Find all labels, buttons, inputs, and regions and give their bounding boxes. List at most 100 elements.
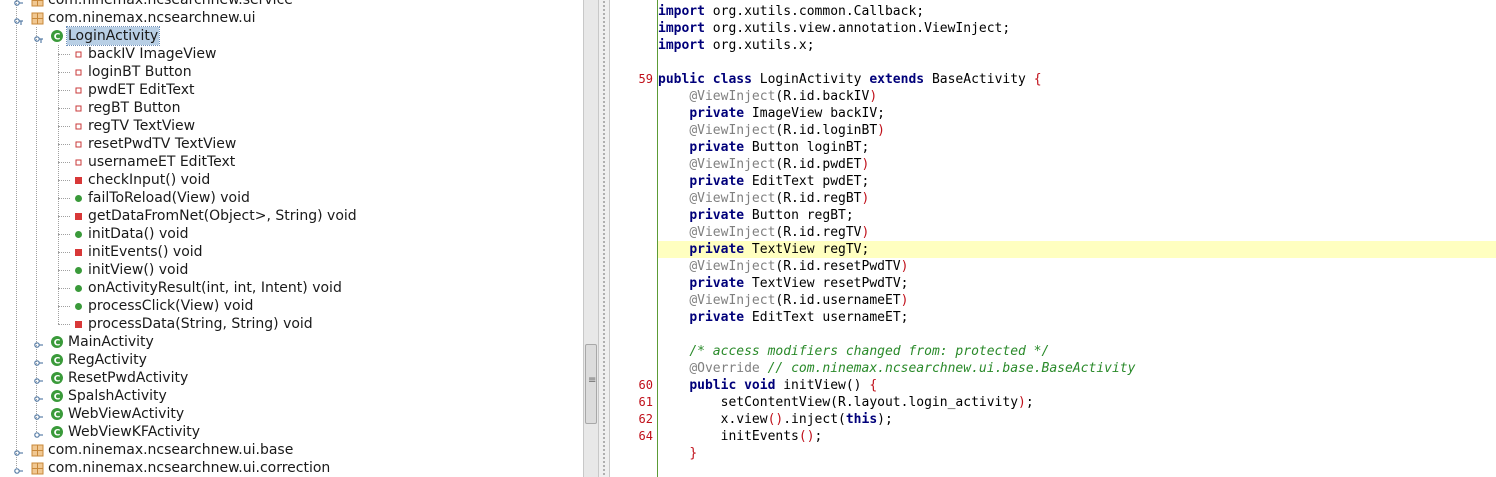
code-token-kw: import: [658, 38, 705, 53]
code-line[interactable]: import org.xutils.x;: [658, 37, 1496, 54]
line-number: 64: [638, 429, 653, 443]
expander-closed-icon[interactable]: [34, 337, 44, 348]
expander-closed-icon[interactable]: [34, 355, 44, 366]
code-line[interactable]: import org.xutils.view.annotation.ViewIn…: [658, 20, 1496, 37]
code-line[interactable]: @ViewInject(R.id.pwdET): [658, 156, 1496, 173]
tree-field-row[interactable]: resetPwdTV TextView: [0, 135, 583, 153]
expander-closed-icon[interactable]: [34, 391, 44, 402]
code-token-kw: private: [689, 174, 745, 189]
code-line[interactable]: @ViewInject(R.id.regTV): [658, 224, 1496, 241]
tree-class-row[interactable]: C SpalshActivity: [0, 387, 583, 405]
code-line[interactable]: [658, 326, 1496, 343]
package-tree-panel[interactable]: com.ninemax.ncsearchnew.service com.ninem…: [0, 0, 583, 477]
code-line[interactable]: private TextView resetPwdTV;: [658, 275, 1496, 292]
code-line[interactable]: public void initView() {: [658, 377, 1496, 394]
code-line[interactable]: @ViewInject(R.id.regBT): [658, 190, 1496, 207]
tree-class-row[interactable]: C RegActivity: [0, 351, 583, 369]
code-token-plain: LoginActivity: [751, 72, 870, 87]
code-line[interactable]: private EditText pwdET;: [658, 173, 1496, 190]
code-line[interactable]: @ViewInject(R.id.resetPwdTV): [658, 258, 1496, 275]
tree-package-row[interactable]: com.ninemax.ncsearchnew.service: [0, 0, 583, 9]
scrollbar-thumb[interactable]: ≡: [585, 344, 597, 424]
code-line[interactable]: public class LoginActivity extends BaseA…: [658, 71, 1496, 88]
tree-field-row[interactable]: loginBT Button: [0, 63, 583, 81]
code-token-kw: import: [658, 4, 705, 19]
tree-item-label: pwdET EditText: [88, 82, 195, 98]
tree-item-label: WebViewActivity: [68, 406, 185, 422]
code-line[interactable]: /* access modifiers changed from: protec…: [658, 343, 1496, 360]
tree-item-label: LoginActivity: [65, 26, 161, 46]
tree-item-label: initView() void: [88, 262, 189, 278]
expander-closed-icon[interactable]: [14, 445, 24, 456]
code-line[interactable]: @ViewInject(R.id.loginBT): [658, 122, 1496, 139]
expander-open-icon[interactable]: [14, 13, 24, 25]
code-line[interactable]: [658, 54, 1496, 71]
code-token-plain: initView(): [775, 378, 870, 393]
tree-item-label: com.ninemax.ncsearchnew.ui: [48, 10, 256, 26]
tree-method-row[interactable]: processClick(View) void: [0, 297, 583, 315]
class-icon: C: [50, 423, 66, 441]
expander-closed-icon[interactable]: [34, 373, 44, 384]
tree-item-label: usernameET EditText: [88, 154, 236, 170]
code-token-plain: org.xutils.x;: [704, 38, 815, 53]
tree-class-row[interactable]: C MainActivity: [0, 333, 583, 351]
tree-method-row[interactable]: getDataFromNet(Object>, String) void: [0, 207, 583, 225]
tree-method-row[interactable]: onActivityResult(int, int, Intent) void: [0, 279, 583, 297]
tree-item-label: regBT Button: [88, 100, 181, 116]
code-line[interactable]: import org.xutils.common.Callback;: [658, 3, 1496, 20]
public-method-icon: [72, 279, 88, 297]
tree-item-label: resetPwdTV TextView: [88, 136, 237, 152]
expander-closed-icon[interactable]: [34, 427, 44, 438]
current-code-line[interactable]: private TextView regTV;: [658, 241, 1496, 258]
expander-closed-icon[interactable]: [34, 409, 44, 420]
tree-field-row[interactable]: pwdET EditText: [0, 81, 583, 99]
package-icon: [30, 9, 46, 27]
tree-method-row[interactable]: initEvents() void: [0, 243, 583, 261]
code-token-kw: extends: [869, 72, 925, 87]
tree-method-row[interactable]: processData(String, String) void: [0, 315, 583, 333]
code-line[interactable]: x.view().inject(this);: [658, 411, 1496, 428]
code-line[interactable]: initEvents();: [658, 428, 1496, 445]
code-line[interactable]: @ViewInject(R.id.backIV): [658, 88, 1496, 105]
tree-field-row[interactable]: regBT Button: [0, 99, 583, 117]
tree-item-label: backIV ImageView: [88, 46, 217, 62]
tree-class-row[interactable]: C WebViewKFActivity: [0, 423, 583, 441]
tree-class-row[interactable]: C LoginActivity: [0, 26, 583, 46]
tree-package-row[interactable]: com.ninemax.ncsearchnew.ui.base: [0, 441, 583, 459]
code-line[interactable]: @ViewInject(R.id.usernameET): [658, 292, 1496, 309]
tree-class-row[interactable]: C ResetPwdActivity: [0, 369, 583, 387]
tree-field-row[interactable]: backIV ImageView: [0, 45, 583, 63]
code-editor[interactable]: 59 60 61 62 64 import org.xutils.common.Call…: [610, 0, 1496, 477]
class-icon: C: [50, 333, 66, 351]
code-line[interactable]: }: [658, 445, 1496, 462]
code-token-brace: ): [861, 191, 870, 206]
tree-package-row[interactable]: com.ninemax.ncsearchnew.ui.correction: [0, 459, 583, 477]
code-line[interactable]: private ImageView backIV;: [658, 105, 1496, 122]
tree-class-row[interactable]: C WebViewActivity: [0, 405, 583, 423]
code-line[interactable]: @Override // com.ninemax.ncsearchnew.ui.…: [658, 360, 1496, 377]
expander-open-icon[interactable]: [34, 31, 44, 43]
code-token-plain: (R.id.resetPwdTV: [775, 259, 901, 274]
private-field-icon: [72, 117, 88, 135]
expander-closed-icon[interactable]: [14, 463, 24, 474]
code-line[interactable]: setContentView(R.layout.login_activity);: [658, 394, 1496, 411]
expander-closed-icon[interactable]: [14, 0, 24, 6]
code-line[interactable]: private Button loginBT;: [658, 139, 1496, 156]
tree-scrollbar[interactable]: ≡: [583, 0, 599, 477]
tree-field-row[interactable]: usernameET EditText: [0, 153, 583, 171]
tree-method-row[interactable]: initView() void: [0, 261, 583, 279]
code-line[interactable]: private Button regBT;: [658, 207, 1496, 224]
tree-field-row[interactable]: regTV TextView: [0, 117, 583, 135]
tree-method-row[interactable]: checkInput() void: [0, 171, 583, 189]
code-token-kw: private: [689, 140, 745, 155]
tree-method-row[interactable]: failToReload(View) void: [0, 189, 583, 207]
panel-splitter[interactable]: [599, 0, 609, 477]
code-line[interactable]: private EditText usernameET;: [658, 309, 1496, 326]
svg-text:C: C: [54, 33, 61, 43]
code-token-brace: }: [689, 446, 698, 461]
tree-package-row[interactable]: com.ninemax.ncsearchnew.ui: [0, 9, 583, 27]
tree-method-row[interactable]: initData() void: [0, 225, 583, 243]
code-token-brace: ): [1018, 395, 1026, 410]
